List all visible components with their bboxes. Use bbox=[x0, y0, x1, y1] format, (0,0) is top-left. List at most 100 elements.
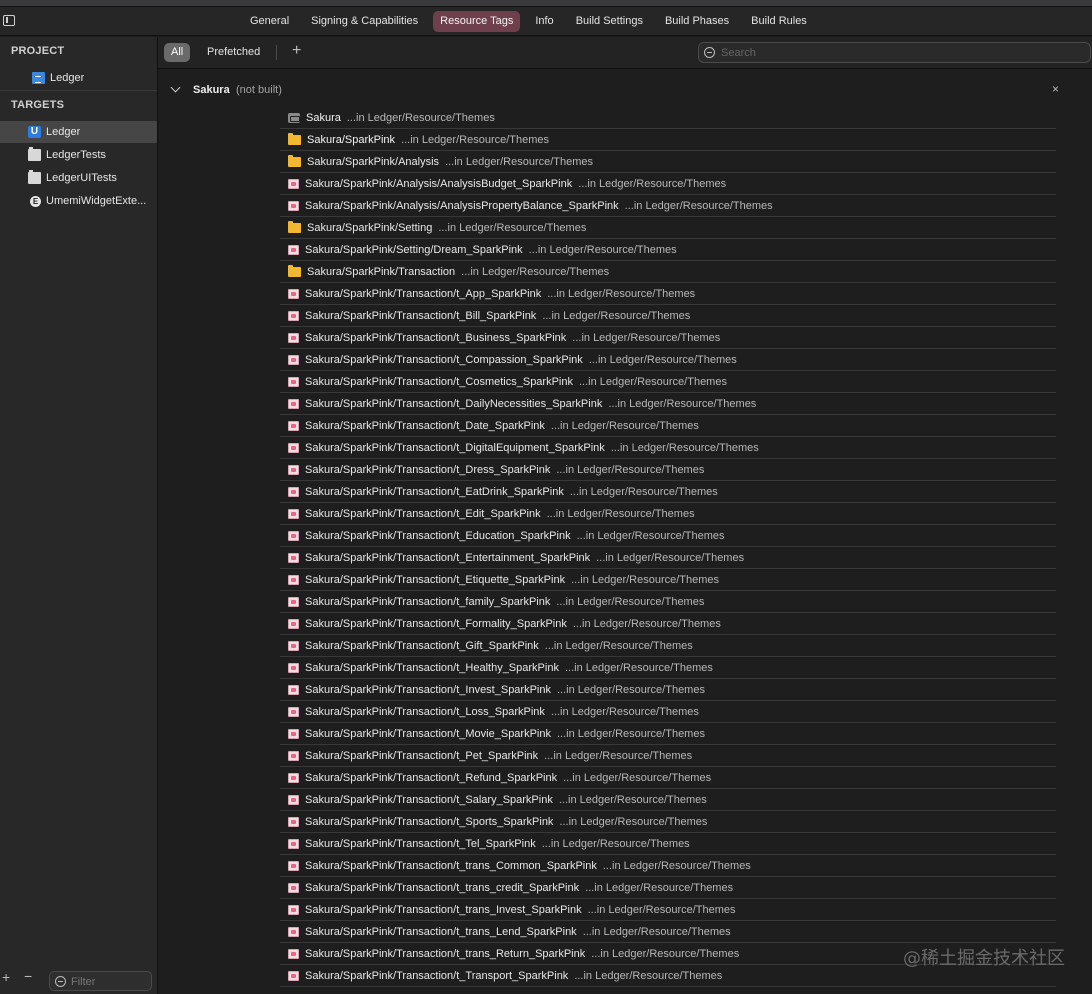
resource-row[interactable]: Sakura/SparkPink/Transaction/t_trans_Inv… bbox=[280, 899, 1056, 921]
resource-row[interactable]: Sakura/SparkPink/Transaction/t_Refund_Sp… bbox=[280, 767, 1056, 789]
image-asset-icon bbox=[288, 464, 299, 475]
resource-row[interactable]: Sakura/SparkPink/Transaction/t_Cosmetics… bbox=[280, 371, 1056, 393]
remove-target-button[interactable]: − bbox=[24, 968, 32, 984]
sidebar-item-target-ledgeruitests[interactable]: LedgerUITests bbox=[0, 167, 157, 189]
filter-all-button[interactable]: All bbox=[164, 43, 191, 62]
resource-name: Sakura/SparkPink/Transaction/t_Compassio… bbox=[305, 353, 583, 366]
resource-row[interactable]: Sakura/SparkPink/Transaction/t_Business_… bbox=[280, 327, 1056, 349]
resource-location: ...in Ledger/Resource/Themes bbox=[591, 947, 740, 960]
tab-build-rules[interactable]: Build Rules bbox=[744, 11, 814, 32]
test-bundle-icon bbox=[28, 170, 41, 184]
resource-row[interactable]: Sakura/SparkPink/Transaction/t_Pet_Spark… bbox=[280, 745, 1056, 767]
tab-build-phases[interactable]: Build Phases bbox=[658, 11, 736, 32]
tab-general[interactable]: General bbox=[243, 11, 296, 32]
project-header: PROJECT bbox=[11, 45, 65, 57]
image-asset-icon bbox=[288, 244, 299, 255]
resource-row[interactable]: Sakura/SparkPink/Transaction/t_Education… bbox=[280, 525, 1056, 547]
folder-icon bbox=[288, 220, 301, 233]
add-tag-button[interactable]: + bbox=[292, 42, 301, 60]
resource-row[interactable]: Sakura/SparkPink/Transaction/t_Edit_Spar… bbox=[280, 503, 1056, 525]
sidebar-item-label: UmemiWidgetExte... bbox=[46, 195, 147, 207]
resource-row[interactable]: Sakura/SparkPink/Transaction/t_DailyNece… bbox=[280, 393, 1056, 415]
remove-tag-button[interactable]: × bbox=[1052, 82, 1059, 96]
sidebar-item-target-ledger[interactable]: U Ledger bbox=[0, 121, 157, 143]
resource-name: Sakura/SparkPink bbox=[307, 133, 396, 146]
resource-name: Sakura/SparkPink/Transaction/t_Etiquette… bbox=[305, 573, 566, 586]
resource-location: ...in Ledger/Resource/Themes bbox=[563, 771, 712, 784]
app-icon: U bbox=[28, 126, 41, 138]
resource-location: ...in Ledger/Resource/Themes bbox=[571, 573, 720, 586]
filter-prefetched-button[interactable]: Prefetched bbox=[200, 43, 267, 62]
filter-divider bbox=[276, 45, 277, 60]
resource-row[interactable]: Sakura/SparkPink/Transaction/t_trans_Len… bbox=[280, 921, 1056, 943]
resource-row[interactable]: Sakura/SparkPink/Transaction/t_Invest_Sp… bbox=[280, 679, 1056, 701]
sidebar-toggle-icon[interactable] bbox=[3, 15, 15, 26]
image-asset-icon bbox=[288, 728, 299, 739]
resource-location: ...in Ledger/Resource/Themes bbox=[582, 925, 731, 938]
folder-icon bbox=[288, 154, 301, 167]
tab-build-settings[interactable]: Build Settings bbox=[569, 11, 650, 32]
asset-catalog-icon bbox=[288, 112, 300, 123]
resource-location: ...in Ledger/Resource/Themes bbox=[608, 397, 757, 410]
resource-row[interactable]: Sakura/SparkPink/Analysis ...in Ledger/Re… bbox=[280, 151, 1056, 173]
folder-icon bbox=[288, 132, 301, 145]
resource-row[interactable]: Sakura/SparkPink/Transaction/t_App_Spark… bbox=[280, 283, 1056, 305]
resource-row[interactable]: Sakura/SparkPink/Transaction/t_Compassio… bbox=[280, 349, 1056, 371]
image-asset-icon bbox=[288, 486, 299, 497]
sidebar-filter-field[interactable]: Filter bbox=[49, 971, 152, 991]
resource-location: ...in Ledger/Resource/Themes bbox=[546, 507, 695, 520]
sidebar-item-target-widget-extension[interactable]: E UmemiWidgetExte... bbox=[0, 190, 157, 212]
image-asset-icon bbox=[288, 552, 299, 563]
sidebar-item-project-ledger[interactable]: Ledger bbox=[0, 67, 157, 89]
resource-row[interactable]: Sakura/SparkPink ...in Ledger/Resource/Th… bbox=[280, 129, 1056, 151]
resource-row[interactable]: Sakura/SparkPink/Transaction/t_Formality… bbox=[280, 613, 1056, 635]
resource-row[interactable]: Sakura/SparkPink/Transaction/t_Salary_Sp… bbox=[280, 789, 1056, 811]
add-target-button[interactable]: + bbox=[2, 969, 10, 985]
resource-row[interactable]: Sakura/SparkPink/Transaction/t_trans_cre… bbox=[280, 877, 1056, 899]
test-bundle-icon bbox=[28, 147, 41, 161]
resource-tags-editor: All Prefetched + Search Sakura (not buil… bbox=[158, 37, 1092, 994]
resource-row[interactable]: Sakura/SparkPink/Transaction/t_Entertain… bbox=[280, 547, 1056, 569]
image-asset-icon bbox=[288, 684, 299, 695]
resource-name: Sakura/SparkPink/Transaction/t_Invest_Sp… bbox=[305, 683, 551, 696]
chevron-down-icon[interactable] bbox=[170, 82, 181, 93]
resource-row[interactable]: Sakura/SparkPink/Transaction/t_Dress_Spa… bbox=[280, 459, 1056, 481]
resource-name: Sakura/SparkPink/Transaction/t_Date_Spar… bbox=[305, 419, 545, 432]
tab-resource-tags[interactable]: Resource Tags bbox=[433, 11, 521, 32]
window-top-strip bbox=[0, 0, 1092, 7]
resource-row[interactable]: Sakura/SparkPink/Transaction/t_trans_Com… bbox=[280, 855, 1056, 877]
resource-row[interactable]: Sakura/SparkPink/Transaction/t_Gift_Spar… bbox=[280, 635, 1056, 657]
folder-icon bbox=[288, 264, 301, 277]
image-asset-icon bbox=[288, 596, 299, 607]
resource-row[interactable]: Sakura/SparkPink/Analysis/AnalysisBudget… bbox=[280, 173, 1056, 195]
resource-location: ...in Ledger/Resource/Themes bbox=[438, 221, 587, 234]
resource-row[interactable]: Sakura/SparkPink/Transaction/t_Bill_Spar… bbox=[280, 305, 1056, 327]
resource-row[interactable]: Sakura/SparkPink/Transaction/t_DigitalEq… bbox=[280, 437, 1056, 459]
resource-location: ...in Ledger/Resource/Themes bbox=[557, 683, 705, 696]
resource-row[interactable]: Sakura/SparkPink/Transaction/t_Date_Spar… bbox=[280, 415, 1056, 437]
resource-row[interactable]: Sakura/SparkPink/Transaction/t_Movie_Spa… bbox=[280, 723, 1056, 745]
resource-location: ...in Ledger/Resource/Themes bbox=[547, 287, 696, 300]
resource-row[interactable]: Sakura/SparkPink/Transaction/t_family_Sp… bbox=[280, 591, 1056, 613]
resource-row[interactable]: Sakura/SparkPink/Transaction/t_Loss_Spar… bbox=[280, 701, 1056, 723]
resource-row[interactable]: Sakura/SparkPink/Analysis/AnalysisProper… bbox=[280, 195, 1056, 217]
resource-row[interactable]: Sakura/SparkPink/Transaction/t_Tel_Spark… bbox=[280, 833, 1056, 855]
tab-info[interactable]: Info bbox=[528, 11, 560, 32]
resource-location: ...in Ledger/Resource/Themes bbox=[557, 727, 705, 740]
resource-row[interactable]: Sakura/SparkPink/Transaction/t_Sports_Sp… bbox=[280, 811, 1056, 833]
resource-row[interactable]: Sakura/SparkPink/Transaction/t_Healthy_S… bbox=[280, 657, 1056, 679]
sidebar-item-target-ledgertests[interactable]: LedgerTests bbox=[0, 144, 157, 166]
sidebar-item-label: Ledger bbox=[50, 72, 85, 84]
image-asset-icon bbox=[288, 706, 299, 717]
image-asset-icon bbox=[288, 926, 299, 937]
resource-location: ...in Ledger/Resource/Themes bbox=[550, 419, 699, 432]
search-field[interactable]: Search bbox=[698, 42, 1091, 63]
tag-group-title[interactable]: Sakura bbox=[193, 84, 230, 96]
resource-row[interactable]: Sakura/SparkPink/Transaction ...in Ledger… bbox=[280, 261, 1056, 283]
resource-row[interactable]: Sakura ...in Ledger/Resource/Themes bbox=[280, 107, 1056, 129]
resource-row[interactable]: Sakura/SparkPink/Setting ...in Ledger/Res… bbox=[280, 217, 1056, 239]
resource-row[interactable]: Sakura/SparkPink/Setting/Dream_SparkPink… bbox=[280, 239, 1056, 261]
resource-row[interactable]: Sakura/SparkPink/Transaction/t_EatDrink_… bbox=[280, 481, 1056, 503]
tab-signing-capabilities[interactable]: Signing & Capabilities bbox=[304, 11, 425, 32]
resource-row[interactable]: Sakura/SparkPink/Transaction/t_Etiquette… bbox=[280, 569, 1056, 591]
